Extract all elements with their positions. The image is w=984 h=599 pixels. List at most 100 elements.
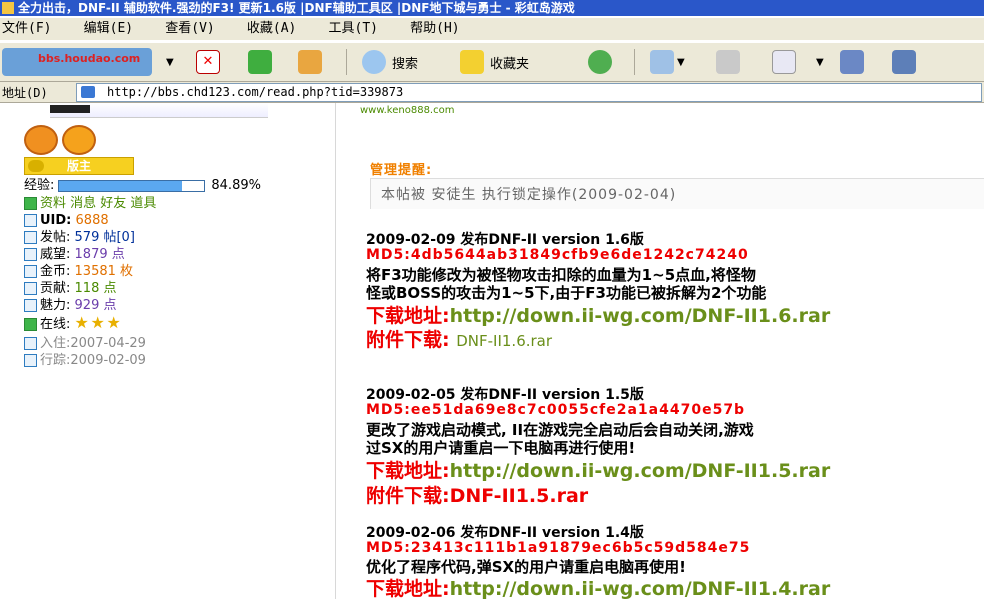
exp-progress-bar [58,179,206,192]
print-button[interactable] [716,47,740,77]
menu-file[interactable]: 文件(F) [2,18,51,40]
exp-percent: 84.89% [211,178,261,193]
home-button[interactable] [298,47,322,77]
contrib-value: 118 点 [74,281,117,296]
uid-value: 6888 [75,213,109,228]
online-label: 在线: [40,317,71,332]
chevron-down-icon: ▼ [677,56,685,68]
download-row: 下载地址:http://down.ii-wg.com/DNF-II1.5.rar [366,456,830,483]
download-link[interactable]: http://down.ii-wg.com/DNF-II1.6.rar [450,305,831,327]
toolbar: bbs.houdao.com ▼ ✕ 搜索 收藏夹 ▼ ▼ [0,42,984,82]
avatar [50,103,268,118]
release-md5: MD5:23413c111b1a91879ec6b5c59d584e75 [366,540,751,556]
release-md5: MD5:4db5644ab31849cfb9e6de1242c74240 [366,247,749,263]
attachment-link[interactable]: DNF-II1.5.rar [450,485,589,507]
star-icon: ★ [90,313,105,332]
window-title-bar: 全力出击，DNF-II 辅助软件.强劲的F3! 更新1.6版 |DNF辅助工具区… [0,0,984,16]
gold-row: 金币: 13581 枚 [24,263,133,280]
posts-icon [24,231,37,244]
prestige-label: 威望: [40,247,71,262]
gold-icon [24,265,37,278]
online-row: 在线: ★ ★ ★ [24,315,123,332]
post-body: www.keno888.com 管理提醒: 本帖被 安徒生 执行锁定操作(200… [360,103,984,599]
address-bar: 地址(D) http://bbs.chd123.com/read.php?tid… [0,82,984,103]
star-icon [460,50,484,74]
research-button[interactable] [892,47,916,77]
menu-edit[interactable]: 编辑(E) [84,18,133,40]
address-input[interactable]: http://bbs.chd123.com/read.php?tid=33987… [76,83,982,102]
links-icon [24,197,37,210]
star-icon: ★ [74,313,89,332]
search-button[interactable]: 搜索 [362,47,418,77]
charm-value: 929 点 [74,298,117,313]
admin-notice-box: 本帖被 安徒生 执行锁定操作(2009-02-04) [370,178,984,209]
rank-label: 版主 [66,159,91,173]
medal-icon [62,125,96,155]
download-link[interactable]: http://down.ii-wg.com/DNF-II1.4.rar [450,578,831,599]
online-icon [24,318,37,331]
admin-notice-title: 管理提醒: [370,163,433,178]
window-title: 全力出击，DNF-II 辅助软件.强劲的F3! 更新1.6版 |DNF辅助工具区… [18,1,575,15]
menu-tools[interactable]: 工具(T) [329,18,378,40]
heart-icon [24,299,37,312]
address-url: http://bbs.chd123.com/read.php?tid=33987… [107,85,404,99]
admin-notice-text: 本帖被 安徒生 执行锁定操作(2009-02-04) [381,187,677,203]
contrib-label: 贡献: [40,281,71,296]
stop-button[interactable]: ✕ [196,47,220,77]
toolbar-separator [634,49,635,75]
release-title: 2009-02-06 发布DNF-II version 1.4版 [366,525,644,541]
contrib-icon [24,282,37,295]
prestige-value: 1879 点 [74,247,125,262]
messenger-button[interactable] [840,47,864,77]
menu-bar: 文件(F) 编辑(E) 查看(V) 收藏(A) 工具(T) 帮助(H) [0,18,984,40]
mail-button[interactable]: ▼ [650,47,685,77]
online-stars: ★ ★ ★ [74,313,123,332]
track-row: 行踪:2009-02-09 [24,352,146,369]
gold-value: 13581 枚 [74,264,134,279]
printer-icon [716,50,740,74]
menu-favorites[interactable]: 收藏(A) [247,18,296,40]
refresh-icon [248,50,272,74]
charm-label: 魅力: [40,298,71,313]
research-icon [892,50,916,74]
attachment-label: 附件下载: [366,485,450,507]
back-dropdown-button[interactable]: ▼ [166,47,174,77]
attachment-label: 附件下载: [366,329,450,351]
track-icon [24,354,37,367]
page-content: 版主 经验: 84.89% 资料 消息 好友 道具 UID: 6888 发帖: 5… [0,103,984,599]
release-desc: 怪或BOSS的攻击为1~5下,由于F3功能已被拆解为2个功能 [366,284,767,302]
profile-links[interactable]: 资料 消息 好友 道具 [40,196,156,211]
edit-button[interactable]: ▼ [772,47,824,77]
joined-row: 入住:2007-04-29 [24,335,146,352]
attachment-link[interactable]: DNF-II1.6.rar [456,332,552,350]
menu-help[interactable]: 帮助(H) [410,18,459,40]
site-link[interactable]: www.keno888.com [360,105,454,116]
ie-icon [2,2,14,14]
toolbar-logo-text: bbs.houdao.com [38,52,141,65]
posts-value[interactable]: 579 帖[0] [75,230,135,245]
release-title: 2009-02-05 发布DNF-II version 1.5版 [366,387,644,403]
profile-links-row: 资料 消息 好友 道具 [24,195,156,212]
clock-icon [24,337,37,350]
medal-icon [24,125,58,155]
home-icon [298,50,322,74]
refresh-button[interactable] [248,47,272,77]
search-label: 搜索 [392,56,419,72]
download-label: 下载地址: [366,460,450,482]
column-divider [335,103,336,599]
download-link[interactable]: http://down.ii-wg.com/DNF-II1.5.rar [450,460,831,482]
menu-view[interactable]: 查看(V) [165,18,214,40]
chevron-down-icon: ▼ [816,56,824,68]
messenger-icon [840,50,864,74]
address-label: 地址(D) [2,86,48,100]
history-button[interactable] [588,47,612,77]
user-profile-panel: 版主 经验: 84.89% 资料 消息 好友 道具 UID: 6888 发帖: 5… [0,103,335,599]
uid-row: UID: 6888 [24,212,109,229]
stop-icon: ✕ [196,50,220,74]
chevron-down-icon: ▼ [166,56,174,68]
gold-label: 金币: [40,264,71,279]
exp-label: 经验: [24,178,55,193]
favorites-button[interactable]: 收藏夹 [460,47,529,77]
star-icon: ★ [106,313,121,332]
prestige-icon [24,248,37,261]
